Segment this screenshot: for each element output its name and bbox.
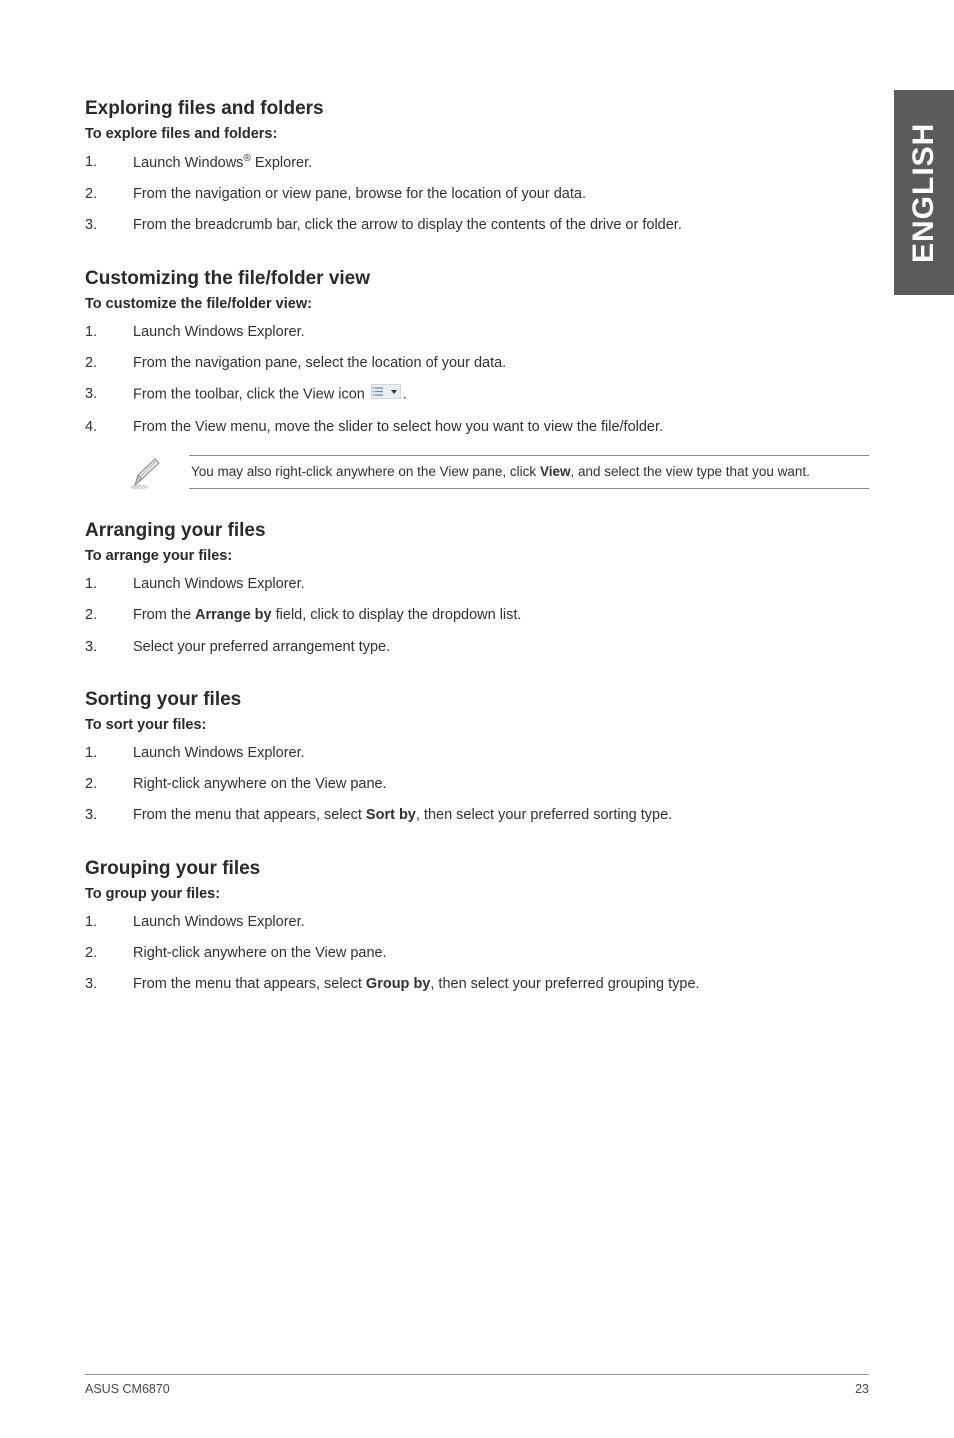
text-bold: View <box>540 464 571 479</box>
list-item: Right-click anywhere on the View pane. <box>85 774 869 794</box>
section-arranging: Arranging your files To arrange your fil… <box>85 520 869 657</box>
list-item: Launch Windows Explorer. <box>85 743 869 763</box>
list-item: Launch Windows Explorer. <box>85 912 869 932</box>
note-box: You may also right-click anywhere on the… <box>129 455 869 496</box>
list-customizing: Launch Windows Explorer. From the naviga… <box>85 322 869 437</box>
list-exploring: Launch Windows® Explorer. From the navig… <box>85 152 869 236</box>
text: From the menu that appears, select <box>133 807 366 823</box>
section-sorting: Sorting your files To sort your files: L… <box>85 689 869 826</box>
footer-model: ASUS CM6870 <box>85 1382 170 1396</box>
subheading-arranging: To arrange your files: <box>85 548 869 564</box>
list-item: Launch Windows® Explorer. <box>85 152 869 173</box>
heading-customizing: Customizing the file/folder view <box>85 268 869 290</box>
heading-sorting: Sorting your files <box>85 689 869 711</box>
list-item: From the navigation pane, select the loc… <box>85 353 869 373</box>
list-item: From the View menu, move the slider to s… <box>85 417 869 437</box>
subheading-customizing: To customize the file/folder view: <box>85 296 869 312</box>
list-item: From the Arrange by field, click to disp… <box>85 605 869 625</box>
list-item: From the menu that appears, select Group… <box>85 974 869 994</box>
text: , then select your preferred grouping ty… <box>430 976 699 992</box>
heading-grouping: Grouping your files <box>85 858 869 880</box>
text: From the menu that appears, select <box>133 976 366 992</box>
list-item: Right-click anywhere on the View pane. <box>85 943 869 963</box>
list-sorting: Launch Windows Explorer. Right-click any… <box>85 743 869 826</box>
text-bold: Sort by <box>366 807 416 823</box>
list-item: From the toolbar, click the View icon . <box>85 384 869 405</box>
section-customizing: Customizing the file/folder view To cust… <box>85 268 869 437</box>
text: , then select your preferred sorting typ… <box>416 807 672 823</box>
list-arranging: Launch Windows Explorer. From the Arrang… <box>85 574 869 657</box>
view-icon <box>371 384 401 405</box>
list-item: Select your preferred arrangement type. <box>85 637 869 657</box>
text: , and select the view type that you want… <box>570 464 809 479</box>
text-bold: Arrange by <box>195 607 272 623</box>
list-item: From the navigation or view pane, browse… <box>85 184 869 204</box>
text: From the <box>133 607 195 623</box>
footer-page-number: 23 <box>855 1382 869 1396</box>
section-exploring: Exploring files and folders To explore f… <box>85 98 869 236</box>
note-text: You may also right-click anywhere on the… <box>189 455 869 489</box>
page-footer: ASUS CM6870 23 <box>85 1374 869 1396</box>
list-item: Launch Windows Explorer. <box>85 322 869 342</box>
page-content: Exploring files and folders To explore f… <box>0 0 954 995</box>
list-grouping: Launch Windows Explorer. Right-click any… <box>85 912 869 995</box>
subheading-grouping: To group your files: <box>85 886 869 902</box>
list-item: From the breadcrumb bar, click the arrow… <box>85 215 869 235</box>
list-item: Launch Windows Explorer. <box>85 574 869 594</box>
text: field, click to display the dropdown lis… <box>272 607 522 623</box>
section-grouping: Grouping your files To group your files:… <box>85 858 869 995</box>
pencil-icon <box>129 455 161 496</box>
subheading-sorting: To sort your files: <box>85 717 869 733</box>
subheading-exploring: To explore files and folders: <box>85 126 869 142</box>
text: . <box>403 387 407 403</box>
text-bold: Group by <box>366 976 430 992</box>
heading-arranging: Arranging your files <box>85 520 869 542</box>
list-item: From the menu that appears, select Sort … <box>85 805 869 825</box>
heading-exploring: Exploring files and folders <box>85 98 869 120</box>
text: You may also right-click anywhere on the… <box>191 464 540 479</box>
text: From the toolbar, click the View icon <box>133 387 369 403</box>
